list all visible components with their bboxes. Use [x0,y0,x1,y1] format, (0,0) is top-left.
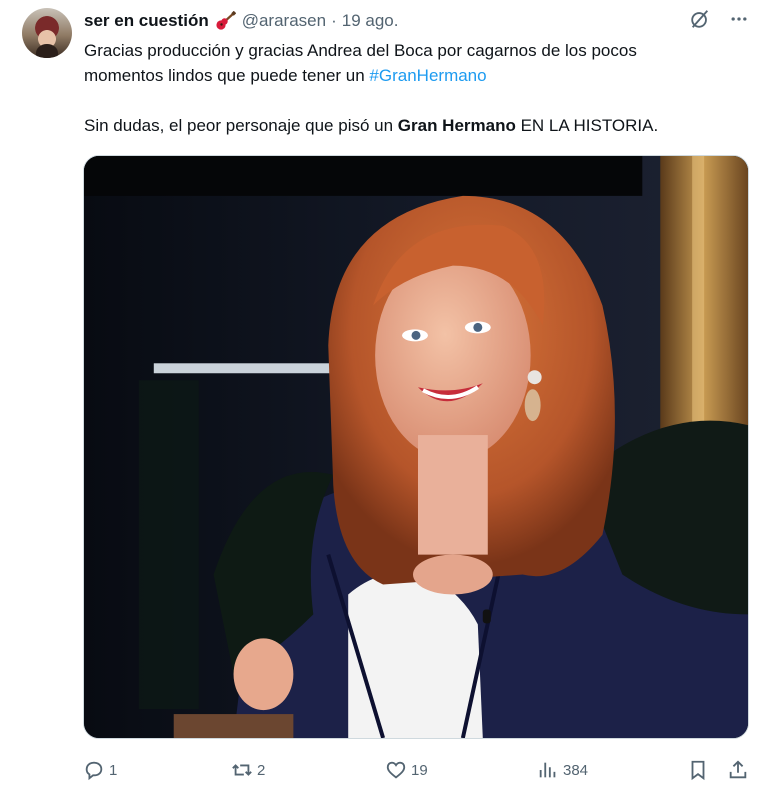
retweet-count: 2 [257,761,266,779]
hashtag-link[interactable]: #GranHermano [369,66,486,85]
share-button[interactable] [727,755,749,785]
photo-of-red-haired-woman-smiling [84,156,748,738]
tweet-text-bold: Gran Hermano [397,116,516,135]
author-name[interactable]: ser en cuestión [84,11,209,31]
reply-icon [85,761,103,781]
tweet-text-line-3: Sin dudas, el peor personaje que pisó un… [84,113,744,138]
avatar[interactable] [22,8,72,58]
reply-button[interactable]: 1 [83,755,117,785]
share-icon [729,760,747,779]
retweet-icon [232,764,252,776]
heart-icon [386,761,406,779]
tweet-text-line-2: momentos lindos que puede tener un #Gran… [84,63,744,88]
tweet-text: Gracias producción y gracias Andrea del … [84,38,744,138]
guitar-emoji-icon [216,11,236,30]
tweet-header: ser en cuestión @ararasen · 19 ago. [84,10,398,32]
tweet-time[interactable]: 19 ago. [342,11,399,31]
tweet-text-line-2-prefix: momentos lindos que puede tener un [84,66,370,85]
grok-icon[interactable] [689,8,711,30]
views-icon [539,762,556,778]
separator-dot: · [331,11,337,30]
like-button[interactable]: 19 [385,755,428,785]
retweet-button[interactable]: 2 [231,755,265,785]
like-count: 19 [411,761,428,779]
views-count: 384 [563,761,589,779]
reply-count: 1 [109,761,118,779]
tweet-text-line-3-suffix: EN LA HISTORIA. [515,116,659,135]
bookmark-icon [691,760,705,781]
tweet-text-line-1: Gracias producción y gracias Andrea del … [84,41,637,60]
views-button[interactable]: 384 [537,755,588,785]
tweet-actions: 1 2 19 384 [83,755,753,785]
tweet-top-icons [689,8,749,30]
tweet-text-line-3-prefix: Sin dudas, el peor personaje que pisó un [84,116,398,135]
tweet-media-photo[interactable] [83,155,749,739]
author-handle[interactable]: @ararasen [242,11,326,31]
more-options-icon[interactable] [729,9,749,29]
bookmark-button[interactable] [687,755,709,785]
